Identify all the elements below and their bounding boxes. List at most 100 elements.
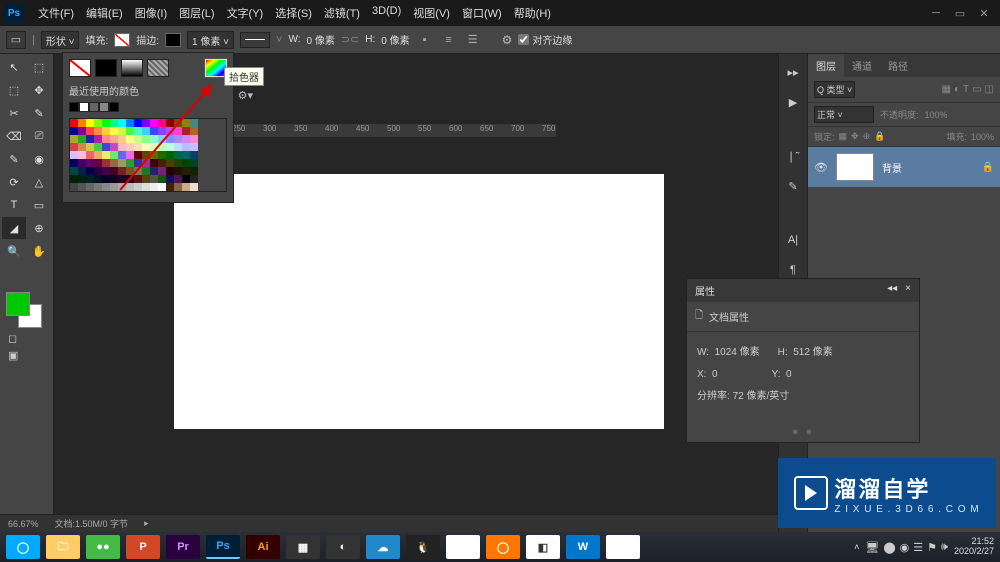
- swatch[interactable]: [166, 143, 174, 151]
- swatch[interactable]: [174, 167, 182, 175]
- brush-settings-icon[interactable]: ❘˜: [783, 146, 803, 166]
- swatch[interactable]: [190, 167, 198, 175]
- tool-button[interactable]: ⬚: [2, 79, 26, 101]
- fill-swatch[interactable]: [114, 33, 130, 47]
- swatch[interactable]: [158, 167, 166, 175]
- swatch[interactable]: [182, 119, 190, 127]
- tray-icon-4[interactable]: ☰: [913, 541, 923, 554]
- tray-icon-5[interactable]: ⚑: [927, 541, 937, 554]
- swatch[interactable]: [158, 143, 166, 151]
- swatch[interactable]: [134, 135, 142, 143]
- swatch[interactable]: [174, 143, 182, 151]
- panel-close-icon[interactable]: ×: [905, 283, 911, 298]
- tray-icon-2[interactable]: ⬤: [883, 541, 895, 554]
- swatch[interactable]: [174, 151, 182, 159]
- panel-tab[interactable]: 通道: [844, 54, 880, 77]
- menu-item[interactable]: 选择(S): [269, 3, 318, 23]
- swatch[interactable]: [174, 159, 182, 167]
- canvas[interactable]: [174, 174, 664, 429]
- taskbar-premiere-icon[interactable]: Pr: [166, 535, 200, 559]
- swatch[interactable]: [110, 143, 118, 151]
- paragraph-icon[interactable]: ¶: [783, 260, 803, 280]
- close-icon[interactable]: ✕: [976, 5, 992, 21]
- swatch[interactable]: [126, 159, 134, 167]
- swatch[interactable]: [134, 167, 142, 175]
- swatch[interactable]: [118, 143, 126, 151]
- lock-all-icon[interactable]: 🔒: [874, 131, 885, 142]
- swatch[interactable]: [102, 143, 110, 151]
- swatch[interactable]: [182, 167, 190, 175]
- tool-button[interactable]: T: [2, 194, 26, 216]
- swatch[interactable]: [94, 135, 102, 143]
- swatch[interactable]: [94, 183, 102, 191]
- taskbar-powerpoint-icon[interactable]: P: [126, 535, 160, 559]
- swatch[interactable]: [182, 127, 190, 135]
- swatch[interactable]: [94, 175, 102, 183]
- swatch[interactable]: [174, 175, 182, 183]
- swatch[interactable]: [70, 127, 78, 135]
- swatch[interactable]: [142, 135, 150, 143]
- swatch[interactable]: [142, 143, 150, 151]
- tool-button[interactable]: ✂: [2, 102, 26, 124]
- swatch[interactable]: [70, 135, 78, 143]
- recent-swatch[interactable]: [109, 102, 119, 112]
- tool-button[interactable]: 🔍: [2, 240, 26, 262]
- tool-button[interactable]: ⟳: [2, 171, 26, 193]
- doc-size[interactable]: 文档:1.50M/0 字节: [55, 517, 129, 530]
- swatch[interactable]: [118, 159, 126, 167]
- swatch[interactable]: [166, 183, 174, 191]
- taskbar-wechat-icon[interactable]: ●●: [86, 535, 120, 559]
- swatch[interactable]: [126, 151, 134, 159]
- swatch[interactable]: [118, 183, 126, 191]
- swatch[interactable]: [94, 119, 102, 127]
- swatch[interactable]: [86, 119, 94, 127]
- swatch[interactable]: [190, 143, 198, 151]
- swatch[interactable]: [150, 183, 158, 191]
- swatch[interactable]: [142, 159, 150, 167]
- tool-button[interactable]: ↖: [2, 56, 26, 78]
- swatch[interactable]: [158, 135, 166, 143]
- swatch[interactable]: [158, 183, 166, 191]
- tool-button[interactable]: ✥: [27, 79, 51, 101]
- tool-button[interactable]: ✎: [2, 148, 26, 170]
- swatch[interactable]: [86, 159, 94, 167]
- swatch[interactable]: [174, 183, 182, 191]
- taskbar-video-icon[interactable]: ▦: [286, 535, 320, 559]
- swatch[interactable]: [102, 167, 110, 175]
- foreground-color-swatch[interactable]: [6, 292, 30, 316]
- swatch[interactable]: [86, 183, 94, 191]
- lock-pixels-icon[interactable]: ▦: [839, 131, 848, 142]
- swatch[interactable]: [142, 167, 150, 175]
- swatch[interactable]: [126, 135, 134, 143]
- swatch[interactable]: [150, 143, 158, 151]
- layer-filter-select[interactable]: Q 类型 ˅: [814, 81, 855, 98]
- swatch[interactable]: [174, 127, 182, 135]
- menu-item[interactable]: 帮助(H): [508, 3, 557, 23]
- arrange-icon[interactable]: ☰: [464, 31, 482, 49]
- tool-button[interactable]: ⬚: [27, 56, 51, 78]
- swatch[interactable]: [94, 151, 102, 159]
- swatch[interactable]: [126, 183, 134, 191]
- swatch[interactable]: [102, 159, 110, 167]
- swatch[interactable]: [78, 159, 86, 167]
- swatch[interactable]: [110, 151, 118, 159]
- w-value[interactable]: 0 像素: [307, 32, 335, 47]
- swatch[interactable]: [142, 175, 150, 183]
- swatch[interactable]: [150, 127, 158, 135]
- maximize-icon[interactable]: ▭: [952, 5, 968, 21]
- swatch[interactable]: [166, 135, 174, 143]
- swatch[interactable]: [118, 119, 126, 127]
- tool-button[interactable]: ▭: [27, 194, 51, 216]
- quickmask-icon[interactable]: ◻: [8, 332, 18, 345]
- swatch[interactable]: [134, 151, 142, 159]
- menu-item[interactable]: 文字(Y): [221, 3, 270, 23]
- swatch[interactable]: [86, 151, 94, 159]
- swatch[interactable]: [158, 159, 166, 167]
- swatch[interactable]: [86, 135, 94, 143]
- swatch[interactable]: [126, 127, 134, 135]
- swatch[interactable]: [182, 183, 190, 191]
- swatch[interactable]: [70, 151, 78, 159]
- swatch[interactable]: [134, 127, 142, 135]
- character-icon[interactable]: A|: [783, 230, 803, 250]
- swatch[interactable]: [182, 143, 190, 151]
